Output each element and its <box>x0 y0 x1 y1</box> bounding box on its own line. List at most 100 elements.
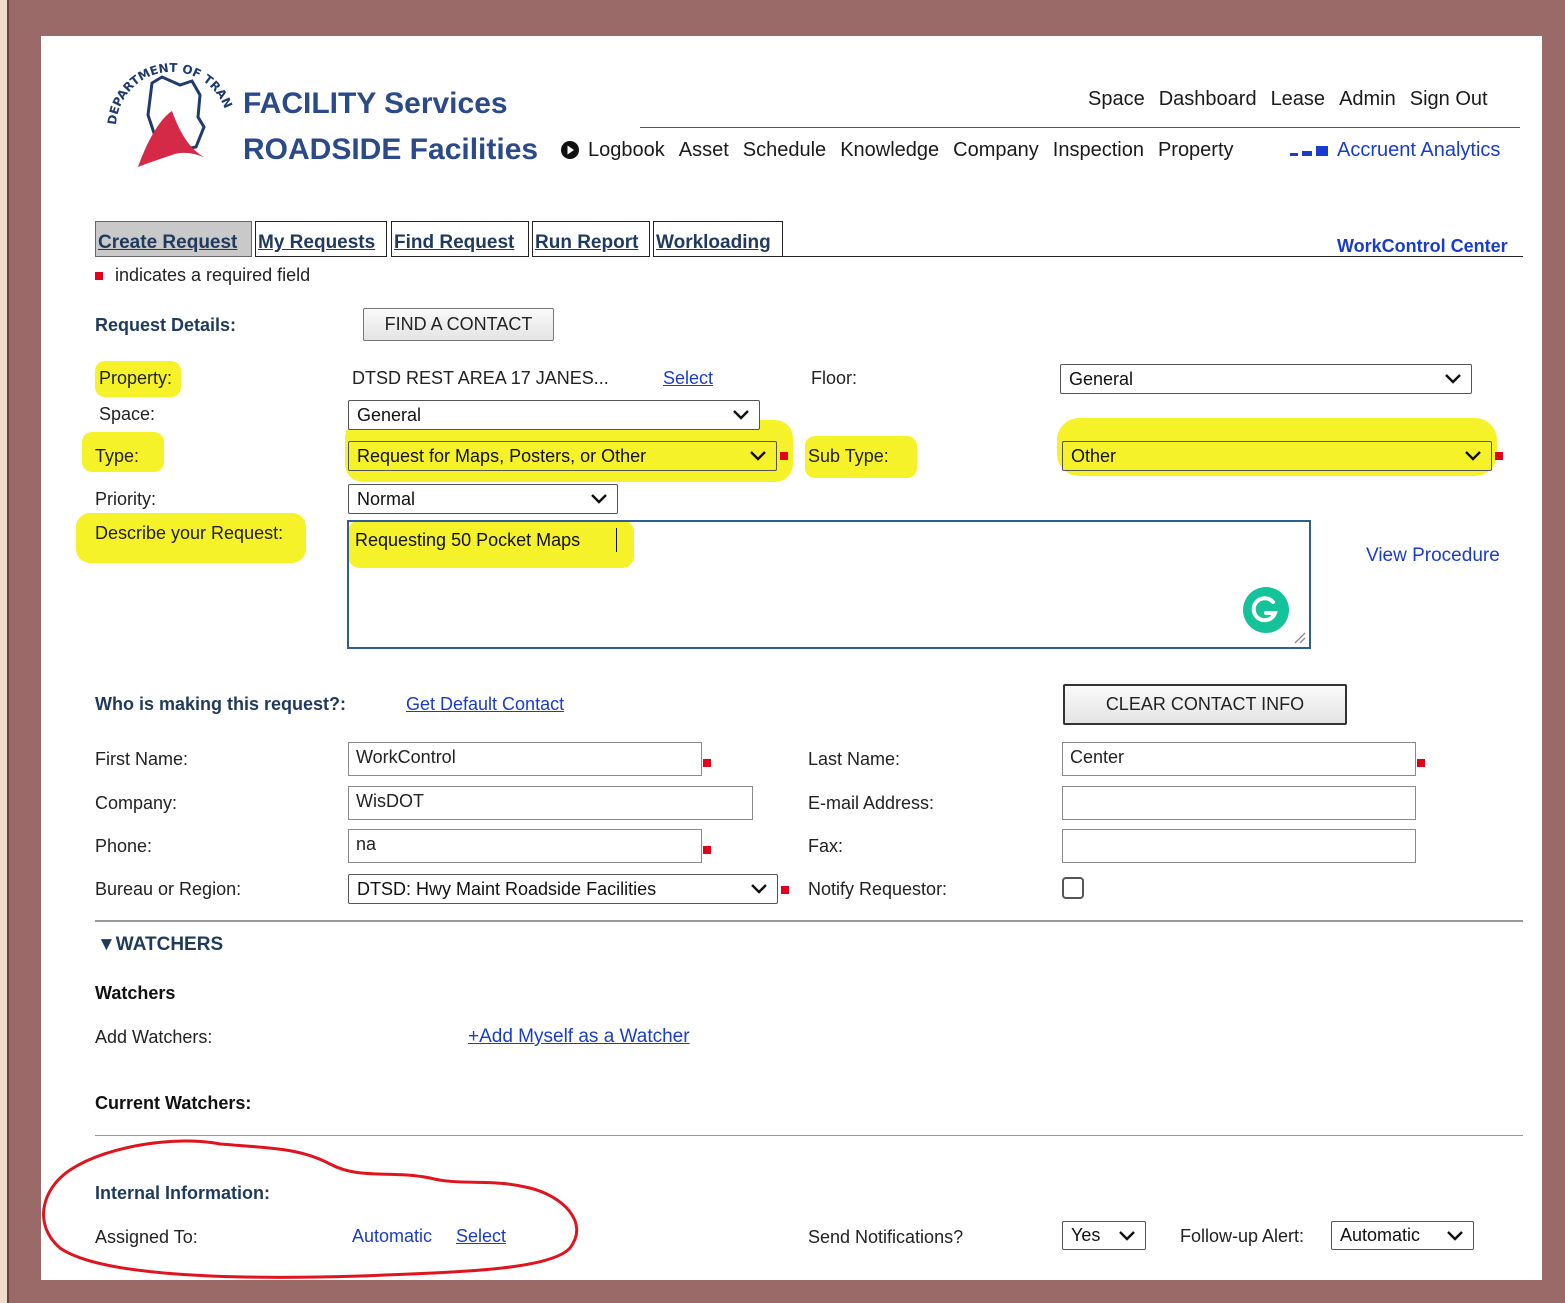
annotation-circle <box>42 1139 579 1279</box>
watchers-toggle[interactable]: ▼WATCHERS <box>97 934 223 956</box>
tab-workloading[interactable]: Workloading <box>653 221 783 257</box>
required-marker-icon <box>95 272 103 280</box>
space-select-value: General <box>357 404 422 425</box>
required-marker-icon <box>703 846 711 854</box>
company-input[interactable]: WisDOT <box>348 786 753 820</box>
add-watchers-label: Add Watchers: <box>95 1027 213 1047</box>
contact-heading: Who is making this request?: <box>95 694 347 714</box>
subtype-label: Sub Type: <box>808 446 889 466</box>
fax-label: Fax: <box>808 836 844 856</box>
required-marker-icon <box>703 759 711 767</box>
space-label: Space: <box>99 404 156 424</box>
bureau-select-value: DTSD: Hwy Maint Roadside Facilities <box>357 878 657 899</box>
floor-label: Floor: <box>811 368 858 388</box>
followup-alert-value: Automatic <box>1340 1225 1421 1245</box>
last-name-label: Last Name: <box>808 749 901 769</box>
tab-create-request[interactable]: Create Request <box>95 221 252 257</box>
nav-sign-out[interactable]: Sign Out <box>1410 88 1488 111</box>
subtype-select-value: Other <box>1071 445 1117 466</box>
first-name-input[interactable]: WorkControl <box>348 742 702 776</box>
followup-alert-label: Follow-up Alert: <box>1180 1226 1305 1246</box>
fax-input[interactable] <box>1062 829 1416 863</box>
subtype-select[interactable]: Other <box>1062 441 1492 471</box>
nav-dashboard[interactable]: Dashboard <box>1159 88 1257 111</box>
bureau-select[interactable]: DTSD: Hwy Maint Roadside Facilities <box>348 874 778 904</box>
chevron-down-icon <box>751 884 767 894</box>
tab-find-request[interactable]: Find Request <box>391 221 529 257</box>
header-divider <box>640 127 1520 128</box>
required-marker-icon <box>1417 759 1425 767</box>
accruent-analytics-icon <box>1290 146 1328 156</box>
nav-accruent-analytics[interactable]: Accruent Analytics <box>1337 139 1500 162</box>
current-watchers-label: Current Watchers: <box>95 1093 252 1113</box>
find-contact-button[interactable]: FIND A CONTACT <box>363 308 554 341</box>
floor-select[interactable]: General <box>1060 364 1472 394</box>
nav-admin[interactable]: Admin <box>1339 88 1396 111</box>
chevron-down-icon <box>591 494 607 504</box>
clear-contact-button[interactable]: CLEAR CONTACT INFO <box>1063 684 1347 725</box>
notify-requestor-label: Notify Requestor: <box>808 879 948 899</box>
property-label: Property: <box>99 368 173 388</box>
window-frame-right <box>1542 0 1565 1303</box>
tab-my-requests[interactable]: My Requests <box>255 221 387 257</box>
chevron-down-icon <box>1119 1230 1135 1241</box>
first-name-label: First Name: <box>95 749 189 769</box>
top-nav: Space Dashboard Lease Admin Sign Out <box>1088 88 1488 111</box>
view-procedure-link[interactable]: View Procedure <box>1366 545 1500 567</box>
priority-select[interactable]: Normal <box>348 484 618 514</box>
grammarly-icon[interactable] <box>1242 586 1290 634</box>
watchers-heading: Watchers <box>95 983 176 1003</box>
nav-schedule[interactable]: Schedule <box>743 139 826 162</box>
nav-asset[interactable]: Asset <box>679 139 729 162</box>
chevron-down-icon <box>1465 451 1481 461</box>
required-marker-icon <box>1495 452 1503 460</box>
send-notifications-label: Send Notifications? <box>808 1227 964 1247</box>
last-name-input[interactable]: Center <box>1062 742 1416 776</box>
app-title-roadside: ROADSIDE Facilities <box>243 133 539 166</box>
nav-space[interactable]: Space <box>1088 88 1145 111</box>
window-frame-left <box>0 0 9 1303</box>
chevron-down-icon <box>733 410 749 420</box>
main-nav: Logbook Asset Schedule Knowledge Company… <box>588 139 1234 162</box>
type-label: Type: <box>95 446 140 466</box>
get-default-contact-link[interactable]: Get Default Contact <box>406 694 564 715</box>
wisdot-logo: WISCONSIN DEPARTMENT OF TRANSPORTATION <box>100 55 236 193</box>
phone-label: Phone: <box>95 836 153 856</box>
notify-requestor-checkbox[interactable] <box>1062 877 1084 899</box>
required-note: indicates a required field <box>115 265 311 285</box>
window-frame-border <box>9 0 41 1303</box>
property-select-link[interactable]: Select <box>663 368 713 389</box>
tab-run-report[interactable]: Run Report <box>532 221 650 257</box>
resize-handle-icon[interactable] <box>1292 630 1306 644</box>
describe-text: Requesting 50 Pocket Maps <box>355 530 581 550</box>
email-input[interactable] <box>1062 786 1416 820</box>
workcontrol-center-link[interactable]: WorkControl Center <box>1337 236 1508 257</box>
required-marker-icon <box>780 452 788 460</box>
space-select[interactable]: General <box>348 400 760 430</box>
nav-lease[interactable]: Lease <box>1271 88 1326 111</box>
nav-inspection[interactable]: Inspection <box>1053 139 1144 162</box>
phone-input[interactable]: na <box>348 829 702 863</box>
followup-alert-select[interactable]: Automatic <box>1331 1221 1474 1250</box>
nav-knowledge[interactable]: Knowledge <box>840 139 939 162</box>
text-cursor <box>616 528 617 552</box>
app-title-facility: FACILITY Services <box>243 87 508 120</box>
add-myself-watcher-link[interactable]: +Add Myself as a Watcher <box>468 1026 690 1048</box>
nav-logbook[interactable]: Logbook <box>588 139 665 162</box>
section-divider <box>95 920 1523 922</box>
chevron-down-icon <box>750 451 766 461</box>
window-frame-top <box>9 0 1565 36</box>
required-marker-icon <box>781 886 789 894</box>
floor-select-value: General <box>1069 368 1134 389</box>
send-notifications-value: Yes <box>1071 1225 1101 1245</box>
chevron-down-icon <box>1445 374 1461 384</box>
send-notifications-select[interactable]: Yes <box>1062 1221 1146 1250</box>
type-select[interactable]: Request for Maps, Posters, or Other <box>348 441 777 471</box>
chevron-down-icon <box>1447 1230 1463 1241</box>
describe-textarea[interactable]: Requesting 50 Pocket Maps <box>347 520 1311 649</box>
nav-property[interactable]: Property <box>1158 139 1234 162</box>
nav-company[interactable]: Company <box>953 139 1039 162</box>
describe-label: Describe your Request: <box>95 523 284 543</box>
bureau-label: Bureau or Region: <box>95 879 242 899</box>
play-circle-icon <box>561 141 579 159</box>
